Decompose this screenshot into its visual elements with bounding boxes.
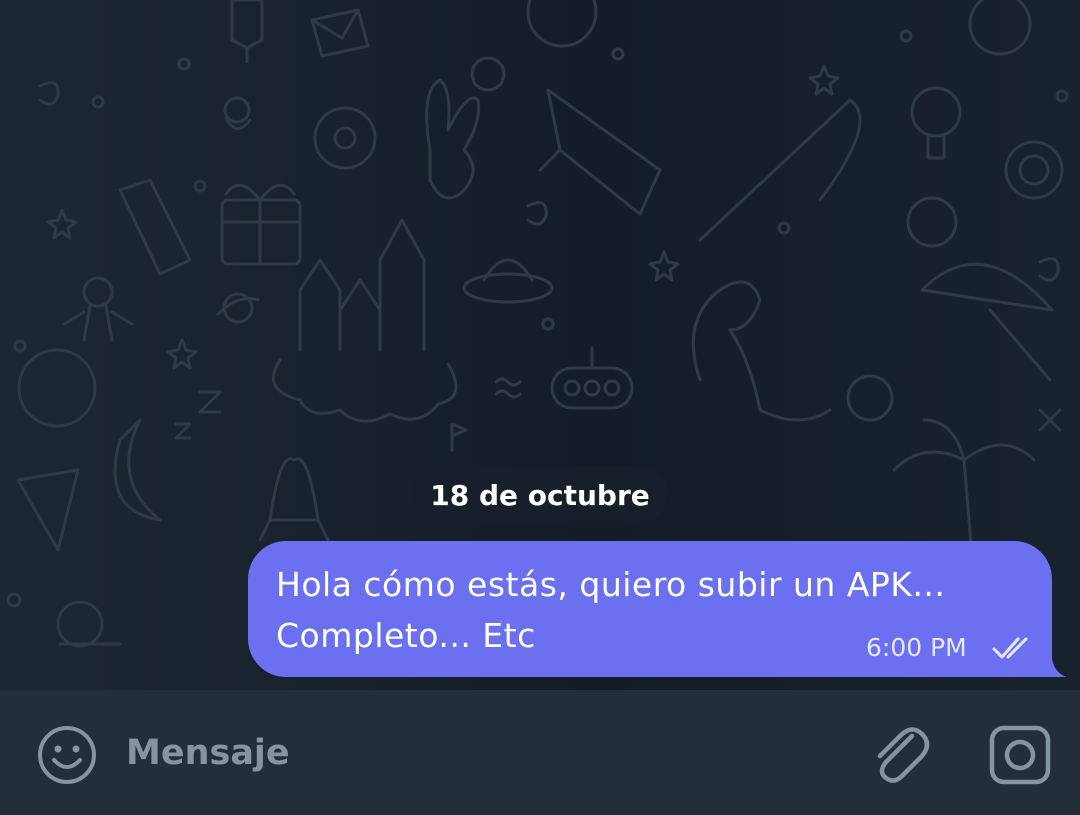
message-time: 6:00 PM: [866, 633, 967, 662]
message-input[interactable]: [122, 728, 830, 778]
date-separator: 18 de octubre: [412, 467, 668, 523]
emoji-icon[interactable]: [36, 724, 98, 786]
message-composer: [0, 690, 1080, 815]
outgoing-message-bubble[interactable]: Hola cómo estás, quiero subir un APK... …: [248, 541, 1052, 677]
camera-icon[interactable]: [988, 724, 1052, 786]
chat-area[interactable]: 18 de octubre Hola cómo estás, quiero su…: [0, 0, 1080, 690]
bubble-tail: [1040, 650, 1066, 677]
attach-icon[interactable]: [868, 716, 934, 792]
double-check-icon: [992, 637, 1028, 659]
